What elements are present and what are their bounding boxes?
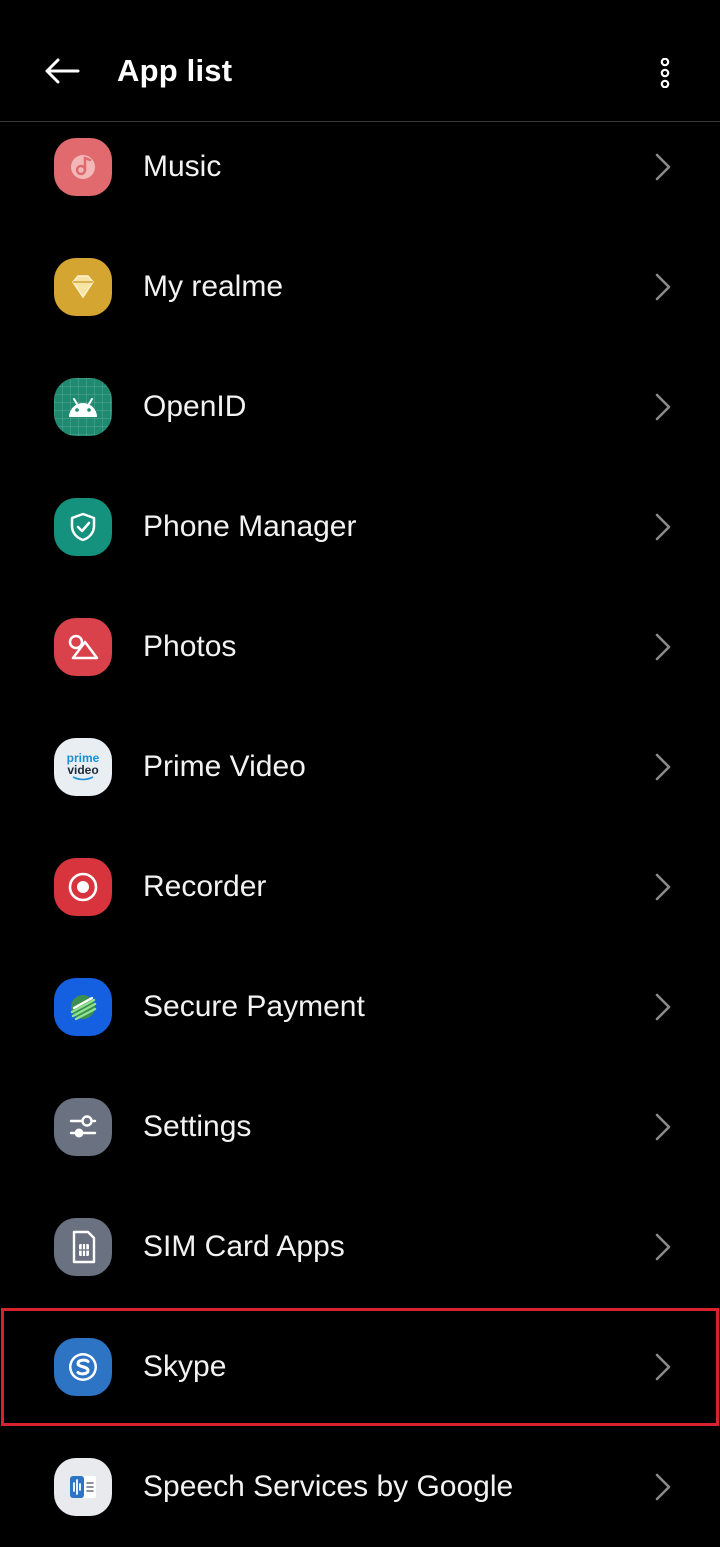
app-name: OpenID: [143, 390, 247, 423]
app-row-photos[interactable]: Photos: [0, 587, 720, 707]
prime-video-logo-text: video: [67, 763, 99, 777]
music-note-icon: [71, 155, 95, 179]
secure-payment-app-icon: [54, 978, 112, 1036]
prime-video-icon: prime video: [54, 738, 112, 796]
secure-payment-icon: [70, 995, 97, 1021]
settings-app-icon: [54, 1098, 112, 1156]
sim-card-icon: [72, 1230, 96, 1264]
android-icon: [69, 398, 97, 417]
chevron-right-icon: [655, 153, 671, 181]
speech-services-icon: [70, 1476, 96, 1498]
app-row-skype[interactable]: Skype: [0, 1307, 720, 1427]
more-options-button[interactable]: [640, 48, 690, 98]
arrow-left-icon: [45, 58, 80, 84]
app-row-secure-payment[interactable]: Secure Payment: [0, 947, 720, 1067]
phone-manager-app-icon: [54, 498, 112, 556]
chevron-right-icon: [655, 1353, 671, 1381]
back-button[interactable]: [34, 46, 90, 96]
chevron-right-icon: [655, 873, 671, 901]
photos-icon: [68, 634, 99, 660]
more-vertical-icon: [660, 58, 670, 88]
page-title: App list: [117, 53, 233, 88]
app-name: My realme: [143, 270, 284, 303]
openid-app-icon: [54, 378, 112, 436]
photos-app-icon: [54, 618, 112, 676]
chevron-right-icon: [655, 1473, 671, 1501]
chevron-right-icon: [655, 393, 671, 421]
chevron-right-icon: [655, 1113, 671, 1141]
app-name: SIM Card Apps: [143, 1230, 345, 1263]
chevron-right-icon: [655, 1233, 671, 1261]
app-name: Secure Payment: [143, 990, 365, 1023]
app-row-prime-video[interactable]: prime video Prime Video: [0, 707, 720, 827]
app-name: Music: [143, 150, 222, 183]
app-name: Recorder: [143, 870, 267, 903]
app-name: Phone Manager: [143, 510, 357, 543]
smile-arrow-icon: [72, 776, 94, 781]
app-row-openid[interactable]: OpenID: [0, 347, 720, 467]
record-icon: [68, 872, 98, 902]
settings-sliders-icon: [69, 1115, 97, 1138]
app-list: Music My realme OpenID Phone Manager Pho…: [0, 107, 720, 1547]
app-name: Photos: [143, 630, 237, 663]
app-row-recorder[interactable]: Recorder: [0, 827, 720, 947]
app-row-phone-manager[interactable]: Phone Manager: [0, 467, 720, 587]
app-name: Settings: [143, 1110, 252, 1143]
app-row-my-realme[interactable]: My realme: [0, 227, 720, 347]
diamond-icon: [72, 275, 94, 299]
app-row-music[interactable]: Music: [0, 107, 720, 227]
speech-services-app-icon: [54, 1458, 112, 1516]
my-realme-app-icon: [54, 258, 112, 316]
app-bar: App list: [0, 0, 720, 122]
skype-app-icon: [54, 1338, 112, 1396]
chevron-right-icon: [655, 993, 671, 1021]
chevron-right-icon: [655, 633, 671, 661]
app-row-settings[interactable]: Settings: [0, 1067, 720, 1187]
app-row-sim-card-apps[interactable]: SIM Card Apps: [0, 1187, 720, 1307]
chevron-right-icon: [655, 753, 671, 781]
chevron-right-icon: [655, 273, 671, 301]
skype-icon: [69, 1353, 97, 1381]
app-row-speech-services[interactable]: Speech Services by Google: [0, 1427, 720, 1547]
app-name: Speech Services by Google: [143, 1470, 514, 1503]
sim-card-apps-app-icon: [54, 1218, 112, 1276]
music-app-icon: [54, 138, 112, 196]
recorder-app-icon: [54, 858, 112, 916]
shield-check-icon: [70, 512, 96, 542]
app-name: Prime Video: [143, 750, 306, 783]
app-name: Skype: [143, 1350, 227, 1383]
chevron-right-icon: [655, 513, 671, 541]
